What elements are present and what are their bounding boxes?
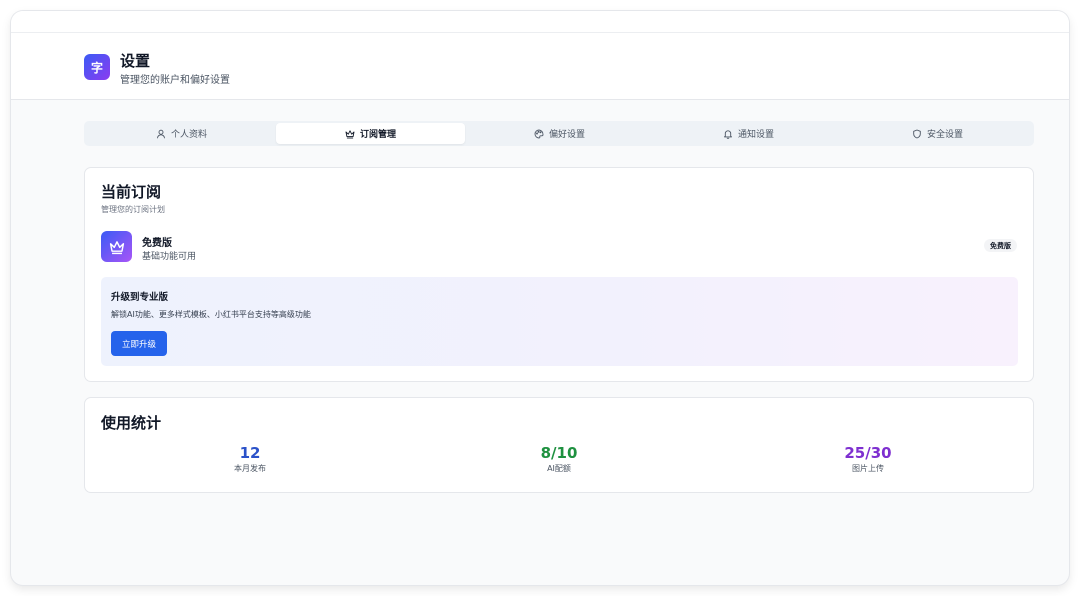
bell-icon xyxy=(723,129,733,139)
stat-label: AI配额 xyxy=(547,464,571,473)
plan-description: 基础功能可用 xyxy=(142,252,197,262)
stat-ai-quota: 8/10 AI配额 xyxy=(409,444,709,474)
usage-stats-card: 使用统计 12 本月发布 8/10 AI配额 25/30 图片上传 xyxy=(84,397,1034,493)
app-logo: 字 xyxy=(84,54,110,80)
card-description: 管理您的订阅计划 xyxy=(101,205,165,214)
crown-icon xyxy=(345,129,355,139)
tab-profile[interactable]: 个人资料 xyxy=(87,123,276,144)
tab-notifications[interactable]: 通知设置 xyxy=(654,123,843,144)
page-subtitle: 管理您的账户和偏好设置 xyxy=(120,75,230,86)
shield-icon xyxy=(912,129,922,139)
stat-value: 8/10 xyxy=(540,444,578,462)
stat-monthly-posts: 12 本月发布 xyxy=(100,444,400,474)
tab-label: 安全设置 xyxy=(926,130,963,140)
settings-window: 字 设置 管理您的账户和偏好设置 个人资料 订阅管理 偏好设置 通知设置 安全设… xyxy=(11,11,1069,585)
window-top-bar xyxy=(11,11,1069,33)
stat-value: 12 xyxy=(239,444,261,462)
tab-label: 订阅管理 xyxy=(359,130,396,140)
upgrade-description: 解锁AI功能、更多样式模板、小红书平台支持等高级功能 xyxy=(111,310,311,319)
tab-label: 通知设置 xyxy=(737,130,774,140)
tab-label: 个人资料 xyxy=(170,130,207,140)
plan-name: 免费版 xyxy=(142,238,172,249)
stat-value: 25/30 xyxy=(844,444,892,462)
card-title: 使用统计 xyxy=(101,414,162,432)
tab-subscription[interactable]: 订阅管理 xyxy=(276,123,465,144)
upgrade-now-button[interactable]: 立即升级 xyxy=(111,331,167,356)
settings-tabs: 个人资料 订阅管理 偏好设置 通知设置 安全设置 xyxy=(84,121,1034,146)
crown-icon xyxy=(101,231,132,262)
upgrade-banner: 升级到专业版 解锁AI功能、更多样式模板、小红书平台支持等高级功能 立即升级 xyxy=(101,277,1018,366)
card-title: 当前订阅 xyxy=(101,183,162,201)
stat-image-uploads: 25/30 图片上传 xyxy=(718,444,1018,474)
tab-label: 偏好设置 xyxy=(548,130,585,140)
stat-label: 本月发布 xyxy=(234,464,266,473)
tab-preferences[interactable]: 偏好设置 xyxy=(465,123,654,144)
page-title: 设置 xyxy=(120,52,151,70)
plan-badge: 免费版 xyxy=(984,239,1017,252)
current-subscription-card: 当前订阅 管理您的订阅计划 免费版 基础功能可用 免费版 升级到专业版 解锁AI… xyxy=(84,167,1034,382)
upgrade-title: 升级到专业版 xyxy=(111,292,169,303)
user-icon xyxy=(156,129,166,139)
tab-security[interactable]: 安全设置 xyxy=(843,123,1032,144)
stat-label: 图片上传 xyxy=(852,464,884,473)
page-header: 字 设置 管理您的账户和偏好设置 xyxy=(11,33,1069,100)
palette-icon xyxy=(534,129,544,139)
